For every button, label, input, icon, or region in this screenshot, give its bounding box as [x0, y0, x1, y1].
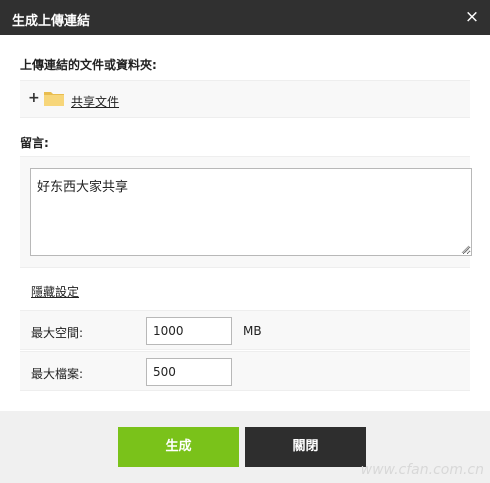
message-textarea[interactable]: 好东西大家共享: [30, 168, 472, 256]
max-space-unit: MB: [243, 324, 262, 338]
max-space-label: 最大空間:: [31, 326, 84, 340]
folder-row: + 共享文件: [20, 80, 470, 118]
dialog-title: 生成上傳連結: [12, 14, 91, 29]
upload-link-dialog: 生成上傳連結 × 上傳連結的文件或資料夾: + 共享文件 留言: 好东西大家共享…: [0, 0, 490, 483]
max-files-label: 最大檔案:: [31, 367, 84, 381]
max-files-input[interactable]: [146, 358, 232, 386]
close-icon[interactable]: ×: [464, 7, 480, 27]
shared-folder-link[interactable]: 共享文件: [71, 93, 119, 110]
message-text: 好东西大家共享: [37, 180, 129, 195]
hide-settings-link[interactable]: 隱藏設定: [31, 283, 79, 300]
message-area: 好东西大家共享: [20, 156, 472, 268]
message-label: 留言:: [20, 136, 49, 150]
max-space-input[interactable]: [146, 317, 232, 345]
max-files-row: 最大檔案:: [20, 351, 470, 391]
expand-icon[interactable]: +: [28, 90, 40, 106]
folder-icon: [44, 92, 64, 106]
dialog-titlebar: 生成上傳連結 ×: [0, 0, 490, 35]
close-button[interactable]: 關閉: [245, 427, 366, 467]
upload-target-label: 上傳連結的文件或資料夾:: [20, 58, 157, 72]
max-space-row: 最大空間: MB: [20, 310, 470, 350]
resize-grip-icon[interactable]: [461, 245, 469, 253]
create-button[interactable]: 生成: [118, 427, 239, 467]
watermark-text: www.cfan.com.cn: [360, 462, 484, 478]
